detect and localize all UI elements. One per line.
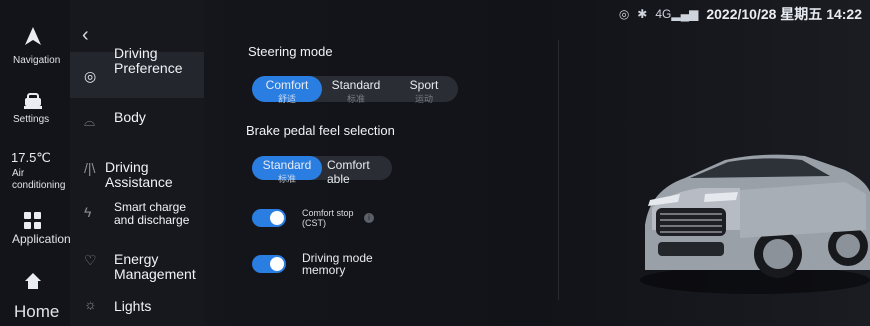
toggle-knob: [270, 211, 284, 225]
option-label: Comfort able: [327, 158, 370, 186]
content-panel: Steering mode Comfort 舒适 Standard 标准 Spo…: [204, 0, 564, 326]
toggle-knob: [270, 257, 284, 271]
home-icon: [25, 273, 41, 289]
driving-mode-memory-toggle[interactable]: [252, 255, 286, 273]
menu-label: Smart charge and discharge: [114, 200, 190, 227]
option-label: Comfort: [265, 78, 309, 92]
car-body-icon: ⌓: [84, 113, 96, 129]
screen: ◎ ✱ 4G▂▄▆ 2022/10/28 星期五 14:22 Navigatio…: [0, 0, 870, 326]
nav-label: Applications: [12, 232, 77, 246]
menu-label: Body: [114, 109, 146, 125]
apps-grid-icon: [24, 212, 41, 229]
lane-icon: /|\: [84, 160, 96, 176]
menu-label: Lights: [114, 298, 152, 314]
option-label: Sport: [409, 78, 439, 92]
option-label-cn: 舒适: [277, 94, 296, 104]
brake-pedal-selector: Standard 标准 Comfort able: [252, 156, 392, 186]
nav-applications[interactable]: Applications: [0, 212, 77, 252]
temperature-readout[interactable]: 17.5℃: [11, 150, 51, 166]
menu-label: Energy Management: [114, 251, 196, 282]
menu-label: Driving Preference: [114, 45, 183, 76]
option-label-cn: 标准: [277, 174, 296, 184]
car-settings-icon: [24, 93, 42, 109]
option-label: Standard: [262, 158, 312, 172]
menu-driving-preference[interactable]: ◎ Driving Preference: [70, 46, 204, 98]
menu-body[interactable]: ⌓ Body: [70, 108, 204, 142]
divider: [558, 40, 559, 300]
leaf-icon: ♡: [84, 252, 97, 268]
steering-mode-selector: Comfort 舒适 Standard 标准 Sport 运动: [252, 76, 458, 104]
comfort-stop-row: Comfort stop (CST) i: [252, 208, 374, 228]
menu-label: Driving Assistance: [105, 159, 173, 190]
nav-navigation[interactable]: Navigation: [0, 25, 70, 70]
car-image: [640, 154, 870, 294]
nav-label: Settings: [13, 114, 50, 125]
status-bar: ◎ ✱ 4G▂▄▆ 2022/10/28 星期五 14:22: [619, 4, 862, 24]
datetime: 2022/10/28 星期五 14:22: [706, 6, 862, 22]
menu-lights[interactable]: ☼ Lights: [70, 296, 204, 320]
comfort-stop-toggle[interactable]: [252, 209, 286, 227]
nav-home[interactable]: Home: [0, 272, 70, 322]
option-label-cn: 标准: [346, 94, 365, 104]
nav-label: Navigation: [13, 55, 61, 66]
nav-settings[interactable]: Settings: [0, 90, 70, 130]
info-icon[interactable]: i: [364, 213, 374, 223]
steering-icon: ◎: [84, 68, 97, 84]
signal-icon: 4G▂▄▆: [655, 7, 699, 21]
back-icon[interactable]: ‹: [82, 24, 89, 47]
steering-sport-option[interactable]: Sport 运动: [390, 76, 458, 104]
driving-mode-memory-label: Driving mode memory: [302, 251, 373, 277]
brake-comfort-option[interactable]: Comfort able: [322, 156, 392, 186]
steering-comfort-option[interactable]: Comfort 舒适: [252, 76, 322, 104]
light-icon: ☼: [84, 296, 97, 312]
steering-standard-option[interactable]: Standard 标准: [322, 76, 390, 104]
brake-pedal-title: Brake pedal feel selection: [246, 123, 395, 138]
comfort-stop-label: Comfort stop (CST): [302, 208, 354, 228]
navigation-arrow-icon: [25, 27, 41, 45]
driving-mode-memory-row: Driving mode memory: [252, 252, 392, 276]
menu-driving-assistance[interactable]: /|\ Driving Assistance: [70, 158, 204, 194]
bluetooth-icon: ✱: [637, 7, 648, 21]
left-nav: Navigation Settings 17.5℃ Air conditioni…: [0, 0, 77, 326]
charge-icon: ϟ: [84, 204, 92, 220]
ring-icon: ◎: [618, 7, 630, 21]
nav-label: Home: [14, 302, 60, 321]
menu-smart-charge[interactable]: ϟ Smart charge and discharge: [70, 200, 204, 230]
option-label: Standard: [331, 78, 381, 92]
menu-energy-management[interactable]: ♡ Energy Management: [70, 250, 204, 284]
settings-menu: ‹ ◎ Driving Preference ⌓ Body /|\ Drivin…: [70, 0, 204, 326]
option-label-cn: 运动: [414, 94, 433, 104]
brake-standard-option[interactable]: Standard 标准: [252, 156, 322, 184]
steering-mode-title: Steering mode: [248, 44, 333, 59]
nav-label: Air conditioning: [12, 168, 66, 191]
nav-air-conditioning[interactable]: Air conditioning: [0, 168, 70, 192]
